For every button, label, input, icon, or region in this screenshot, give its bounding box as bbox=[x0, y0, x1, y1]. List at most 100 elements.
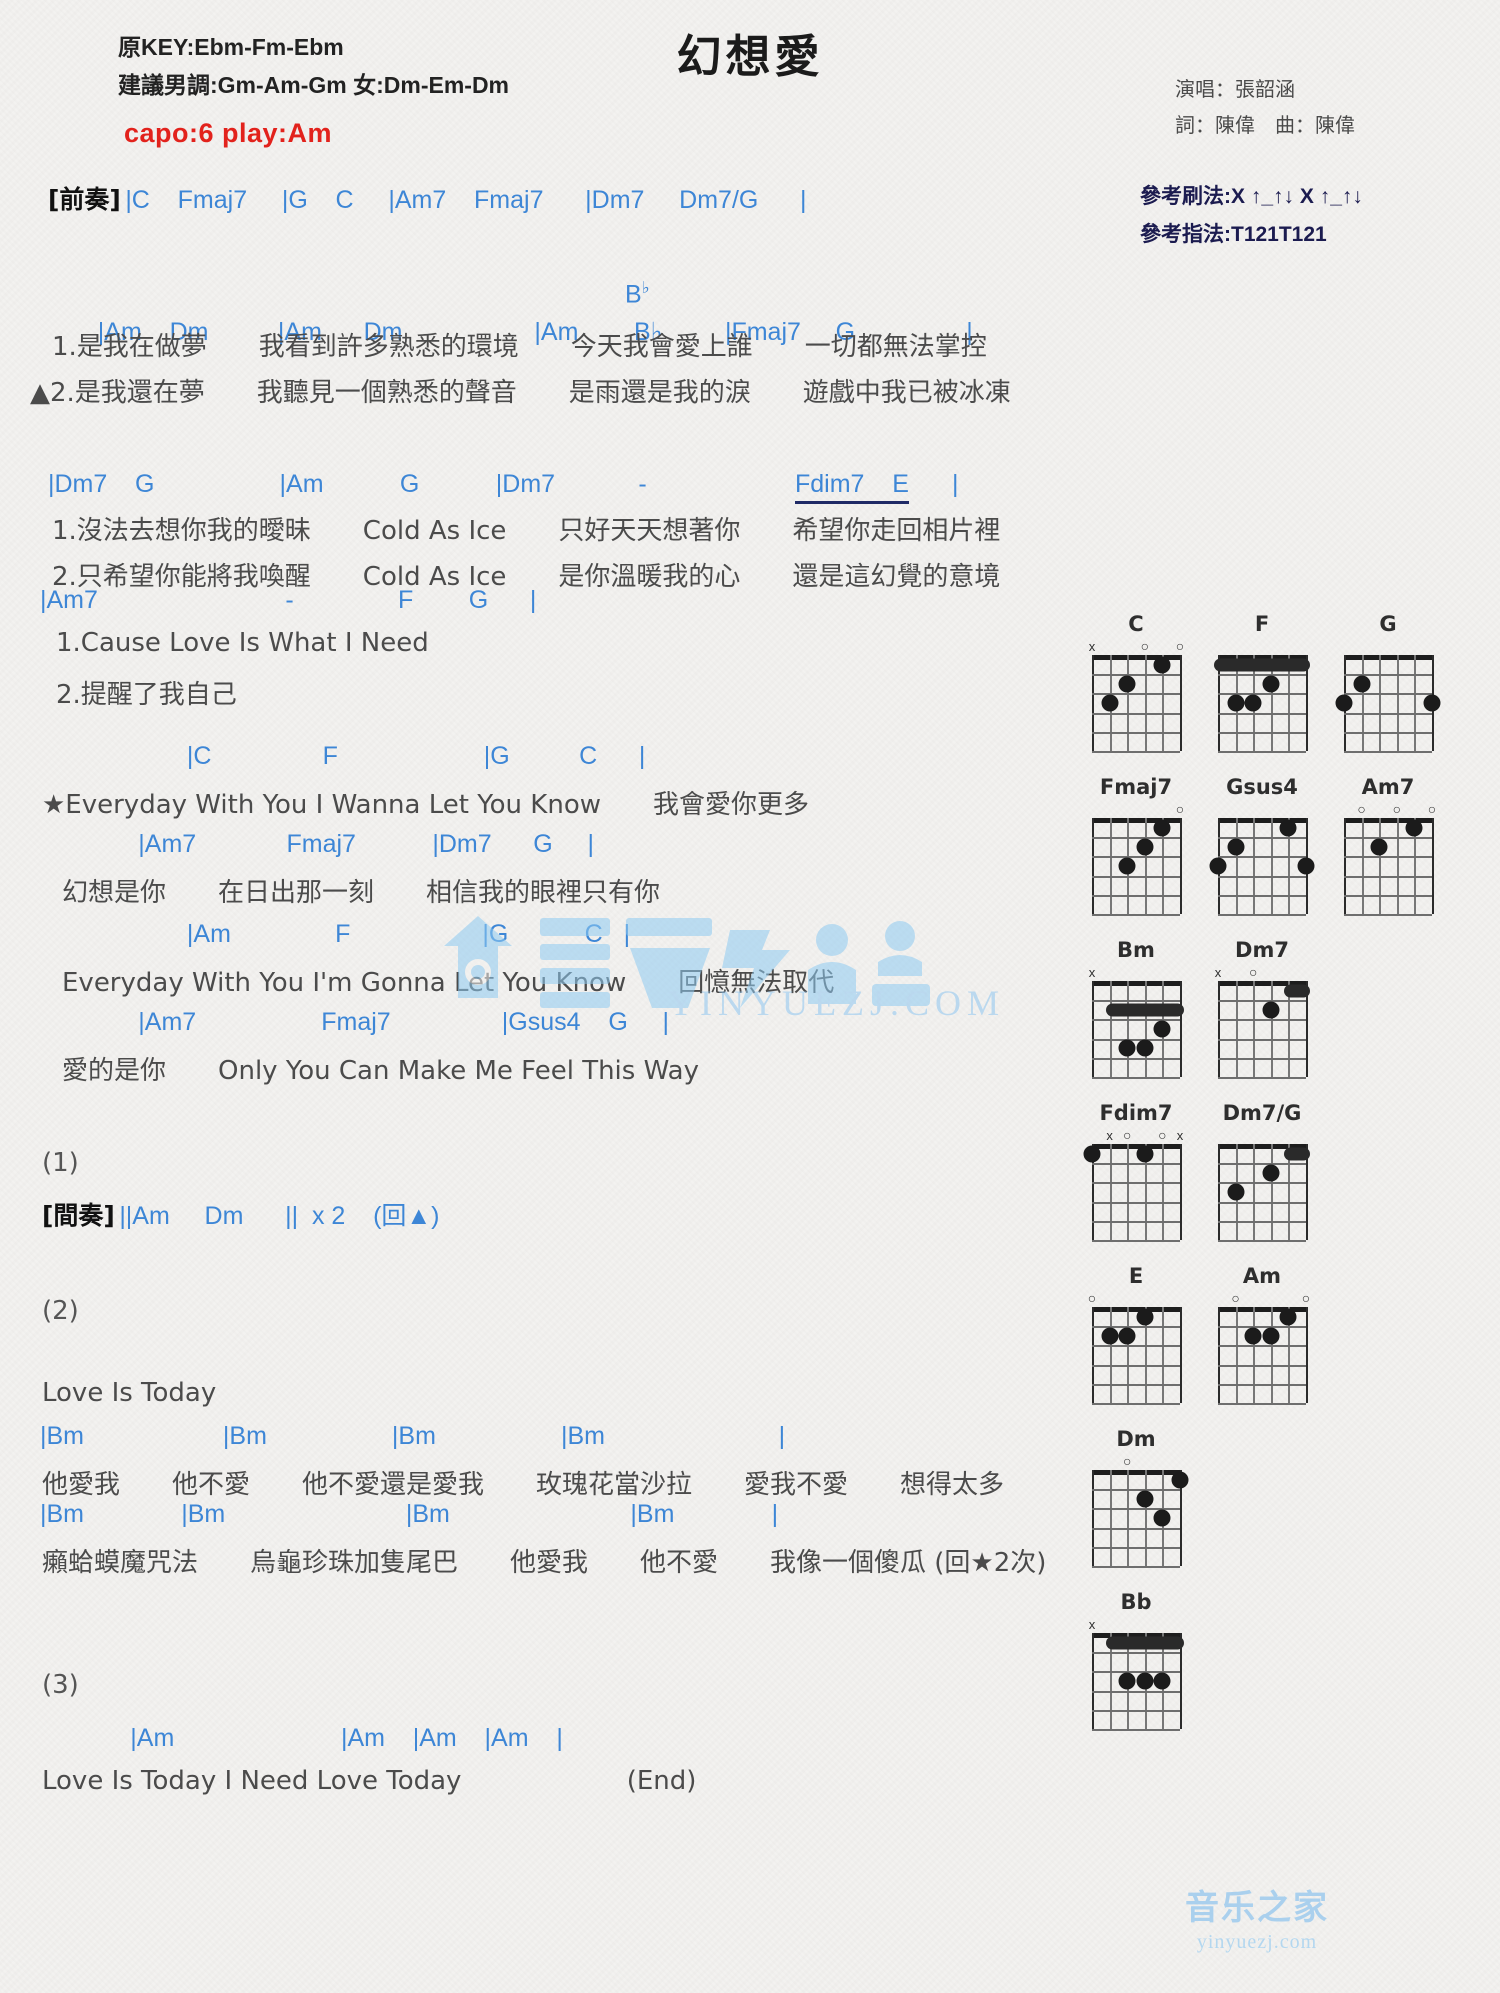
fret-line bbox=[1218, 1383, 1306, 1386]
writer-credit: 詞：陳偉 曲：陳偉 bbox=[1175, 115, 1355, 137]
chorus-lyric-1: ★Everyday With You I Wanna Let You Know … bbox=[42, 790, 809, 820]
open-string-icon: ○ bbox=[1140, 638, 1150, 654]
string-line bbox=[1270, 981, 1273, 1077]
ending-chordline: |Am |Am |Am |Am | bbox=[40, 1724, 563, 1752]
muted-string-icon: x bbox=[1176, 1128, 1184, 1143]
fret-line bbox=[1092, 712, 1180, 715]
fret-line bbox=[1092, 1077, 1180, 1079]
open-string-icon: ○ bbox=[1301, 1290, 1311, 1306]
verse1-lyric-3: 1.沒法去想你我的曖昧 Cold As Ice 只好天天想著你 希望你走回相片裡 bbox=[52, 516, 1001, 546]
fret-line bbox=[1218, 751, 1306, 753]
muted-string-icon: x bbox=[1088, 639, 1096, 654]
finger-dot bbox=[1297, 857, 1315, 875]
fret-line bbox=[1092, 1729, 1180, 1731]
marker-2: (2) bbox=[42, 1296, 79, 1326]
interlude-tag: [間奏] bbox=[42, 1201, 115, 1230]
chord-diagram-bm: Bm x bbox=[1080, 938, 1192, 1079]
nut bbox=[1092, 981, 1180, 986]
fret-line bbox=[1092, 856, 1180, 859]
string-line bbox=[1127, 1144, 1130, 1240]
chord-open-mute-marks: x bbox=[1080, 965, 1192, 981]
fret-line bbox=[1092, 1383, 1180, 1386]
finger-dot bbox=[1227, 1183, 1245, 1201]
string-line bbox=[1092, 1633, 1094, 1729]
finger-dot bbox=[1370, 838, 1388, 856]
finger-dot bbox=[1209, 857, 1227, 875]
string-line bbox=[1092, 1470, 1094, 1566]
string-line bbox=[1396, 818, 1399, 914]
verse1-lyric-6: 2.提醒了我自己 bbox=[56, 680, 237, 710]
fretboard-grid bbox=[1218, 981, 1310, 1079]
interlude-row: [間奏] ||Am Dm || x 2 (回▲) bbox=[42, 1196, 440, 1232]
string-line bbox=[1379, 655, 1382, 751]
fretboard-grid bbox=[1214, 655, 1310, 753]
chord-open-mute-marks bbox=[1206, 1128, 1318, 1144]
chorus-lyric-2: 幻想是你 在日出那一刻 相信我的眼裡只有你 bbox=[62, 878, 661, 908]
string-line bbox=[1414, 655, 1417, 751]
fretboard-grid bbox=[1218, 1144, 1310, 1242]
finger-dot bbox=[1136, 1672, 1154, 1690]
chorus-chordline-1: |C F |G C | bbox=[48, 742, 646, 770]
chord-open-mute-marks: ○ bbox=[1080, 802, 1192, 818]
chord-diagram-g: G bbox=[1332, 612, 1444, 753]
finger-dot bbox=[1136, 1145, 1154, 1163]
string-line bbox=[1092, 818, 1094, 914]
string-line bbox=[1361, 655, 1364, 751]
fret-line bbox=[1092, 1566, 1180, 1568]
verse1-chordline-2c: | bbox=[952, 470, 959, 498]
ending-lyric: Love Is Today I Need Love Today (End) bbox=[42, 1766, 697, 1796]
string-line bbox=[1218, 1144, 1220, 1240]
bridge-chordline-1: |Bm |Bm |Bm |Bm | bbox=[40, 1422, 786, 1450]
fret-line bbox=[1218, 731, 1306, 734]
nut bbox=[1092, 1307, 1180, 1312]
fretboard-grid bbox=[1344, 818, 1434, 916]
finger-dot bbox=[1244, 1327, 1262, 1345]
marker-1: (1) bbox=[42, 1148, 79, 1178]
string-line bbox=[1109, 1144, 1112, 1240]
string-line bbox=[1092, 655, 1094, 751]
chord-diagram-name: Dm7 bbox=[1235, 938, 1289, 962]
fretboard-grid bbox=[1092, 655, 1182, 753]
finger-dot bbox=[1136, 1308, 1154, 1326]
string-line bbox=[1109, 818, 1112, 914]
fret-line bbox=[1092, 1546, 1180, 1549]
chord-diagram-dm7-g: Dm7/G bbox=[1206, 1101, 1318, 1242]
string-line bbox=[1235, 981, 1238, 1077]
nut bbox=[1092, 1144, 1180, 1149]
finger-dot bbox=[1136, 838, 1154, 856]
flat-symbol-bb: B♭ bbox=[625, 279, 650, 309]
chord-diagram-panel: Cx ○ ○ F G Fmaj7 ○ Gsus4 Am7 ○ ○ ○ Bm x Dm7 x ○ Fdim7 x ○ ○ x… bbox=[1080, 612, 1500, 1753]
chord-diagram-fdim7: Fdim7 x ○ ○ x bbox=[1080, 1101, 1192, 1242]
chorus-chordline-2: |Am7 Fmaj7 |Dm7 G | bbox=[48, 830, 594, 858]
string-line bbox=[1253, 1307, 1256, 1403]
open-string-icon: ○ bbox=[1087, 1290, 1097, 1306]
strum-pattern: 參考刷法:X ↑_↑↓ X ↑_↑↓ bbox=[1140, 185, 1363, 208]
finger-dot bbox=[1335, 694, 1353, 712]
string-line bbox=[1109, 981, 1112, 1077]
chord-open-mute-marks bbox=[1332, 639, 1444, 655]
fret-line bbox=[1092, 731, 1180, 734]
finger-dot bbox=[1101, 694, 1119, 712]
capo-info: capo:6 play:Am bbox=[124, 118, 333, 148]
string-line bbox=[1092, 981, 1094, 1077]
fretboard-grid bbox=[1083, 1144, 1182, 1242]
verse1-chordline-3: |Am7 - F G | bbox=[40, 586, 537, 614]
song-sheet-page: 原KEY:Ebm-Fm-Ebm 建議男調:Gm-Am-Gm 女:Dm-Em-Dm… bbox=[0, 0, 1500, 1993]
fret-line bbox=[1218, 856, 1306, 859]
open-string-icon: ○ bbox=[1158, 1127, 1167, 1143]
bridge-lyric-1: 他愛我 他不愛 他不愛還是愛我 玫瑰花當沙拉 愛我不愛 想得太多 bbox=[42, 1470, 1005, 1500]
string-line bbox=[1180, 1307, 1182, 1403]
fret-line bbox=[1344, 837, 1432, 840]
finger-dot bbox=[1136, 1490, 1154, 1508]
finger-dot bbox=[1101, 1327, 1119, 1345]
open-string-icon: ○ bbox=[1175, 801, 1185, 817]
finger-dot bbox=[1279, 1308, 1297, 1326]
finger-dot bbox=[1153, 656, 1171, 674]
fret-line bbox=[1218, 1038, 1306, 1041]
barre-bar bbox=[1105, 1003, 1184, 1017]
chord-diagram-row: Fmaj7 ○ Gsus4 Am7 ○ ○ ○ bbox=[1080, 775, 1500, 916]
fret-line bbox=[1218, 1201, 1306, 1204]
string-line bbox=[1361, 818, 1364, 914]
chord-diagram-name: Am bbox=[1242, 1264, 1282, 1288]
string-line bbox=[1270, 1307, 1273, 1403]
